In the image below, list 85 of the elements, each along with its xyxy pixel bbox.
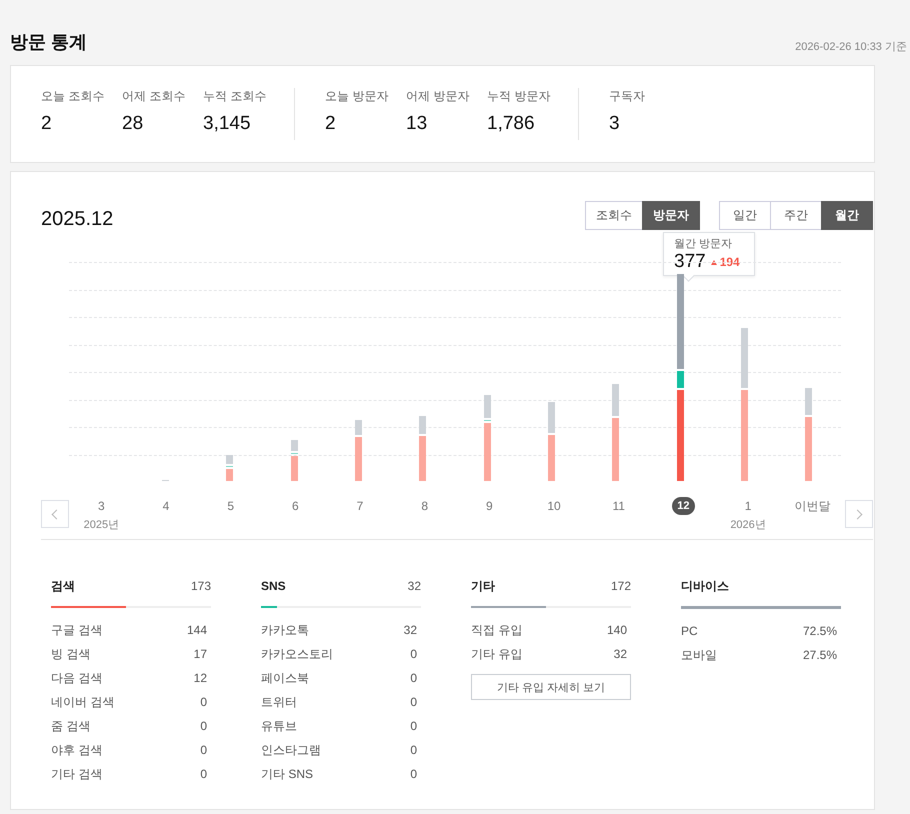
source-title: 기타 <box>471 578 495 594</box>
source-title: 검색 <box>51 578 75 594</box>
details-button[interactable]: 기타 유입 자세히 보기 <box>471 674 631 700</box>
source-total: 173 <box>190 579 211 593</box>
source-label: 페이스북 <box>261 670 309 686</box>
source-label: 모바일 <box>681 646 717 664</box>
stat-label: 오늘 방문자 <box>325 88 390 105</box>
source-value: 0 <box>200 743 208 757</box>
source-value: 17 <box>194 647 208 661</box>
next-button[interactable] <box>845 500 873 528</box>
stat-value: 3 <box>609 113 621 135</box>
source-label: 야후 검색 <box>51 742 102 758</box>
stat-value: 2 <box>41 113 53 135</box>
stat-value: 2 <box>325 113 337 135</box>
source-label: 유튜브 <box>261 718 297 734</box>
stat-value: 3,145 <box>203 113 252 135</box>
source-label: 직접 유입 <box>471 622 522 638</box>
month-label[interactable]: 7 <box>356 497 364 515</box>
up-triangle-icon <box>710 260 717 264</box>
source-label: 다음 검색 <box>51 670 102 686</box>
source-label: 빙 검색 <box>51 646 90 662</box>
source-value: 0 <box>410 695 418 709</box>
source-value: 0 <box>410 647 418 661</box>
source-value: 12 <box>194 671 208 685</box>
source-label: 네이버 검색 <box>51 694 114 710</box>
stat-label: 어제 방문자 <box>406 88 470 105</box>
source-label: 인스타그램 <box>261 742 321 758</box>
source-label: 구글 검색 <box>51 622 102 638</box>
source-value: 32 <box>614 647 628 661</box>
tab[interactable]: 일간 <box>719 201 771 230</box>
source-title: SNS <box>261 579 286 593</box>
stat-value: 28 <box>122 113 144 135</box>
month-label[interactable]: 6 <box>292 497 299 515</box>
period-title: 2025.12 <box>41 208 114 231</box>
tab[interactable]: 월간 <box>821 201 873 230</box>
source-value: 27.5% <box>802 648 838 662</box>
page-title: 방문 통계 <box>10 31 88 54</box>
source-value: 0 <box>410 743 418 757</box>
source-total: 172 <box>610 579 631 593</box>
stat-label: 누적 조회수 <box>203 88 268 105</box>
stat-value: 1,786 <box>487 113 536 135</box>
source-value: 140 <box>606 623 628 637</box>
stat-label: 구독자 <box>609 88 646 105</box>
source-label: PC <box>681 624 698 638</box>
source-label: 트위터 <box>261 694 297 710</box>
source-label: 기타 검색 <box>51 766 102 782</box>
month-label[interactable]: 9 <box>486 497 493 515</box>
source-value: 0 <box>200 695 208 709</box>
month-label[interactable]: 11 <box>612 497 625 515</box>
year-label: 2025년 <box>84 518 120 532</box>
tab[interactable]: 조회수 <box>585 201 643 230</box>
source-value: 72.5% <box>802 624 838 638</box>
stat-value: 13 <box>406 113 428 135</box>
tooltip-value: 377 <box>674 251 706 273</box>
tab[interactable]: 방문자 <box>642 201 700 230</box>
source-value: 0 <box>410 767 418 781</box>
month-label[interactable]: 8 <box>421 497 428 515</box>
source-value: 0 <box>410 671 418 685</box>
source-label: 기타 SNS <box>261 766 314 782</box>
source-value: 0 <box>200 767 208 781</box>
month-label[interactable]: 10 <box>547 497 561 515</box>
tooltip-title: 월간 방문자 <box>674 237 734 251</box>
month-label[interactable]: 1 <box>744 497 752 515</box>
month-label[interactable]: 이번달 <box>794 497 831 515</box>
source-total: 32 <box>408 579 421 593</box>
source-label: 카카오톡 <box>261 622 309 638</box>
source-value: 0 <box>200 719 208 733</box>
year-label: 2026년 <box>730 518 766 532</box>
month-label[interactable]: 4 <box>162 497 170 515</box>
source-label: 줌 검색 <box>51 718 90 734</box>
stat-label: 오늘 조회수 <box>41 88 106 105</box>
timestamp: 2026-02-26 10:33 기준 <box>795 40 907 54</box>
month-badge[interactable]: 12 <box>672 497 694 515</box>
source-value: 32 <box>404 623 418 637</box>
previous-button[interactable] <box>41 500 69 528</box>
source-label: 기타 유입 <box>471 646 522 662</box>
source-value: 0 <box>410 719 418 733</box>
month-label[interactable]: 5 <box>227 497 234 515</box>
month-label[interactable]: 3 <box>98 497 105 515</box>
stat-label: 어제 조회수 <box>122 88 186 105</box>
source-label: 카카오스토리 <box>261 646 333 662</box>
source-title: 디바이스 <box>681 578 729 594</box>
stat-label: 누적 방문자 <box>487 88 552 105</box>
tab[interactable]: 주간 <box>770 201 822 230</box>
source-value: 144 <box>186 623 208 637</box>
